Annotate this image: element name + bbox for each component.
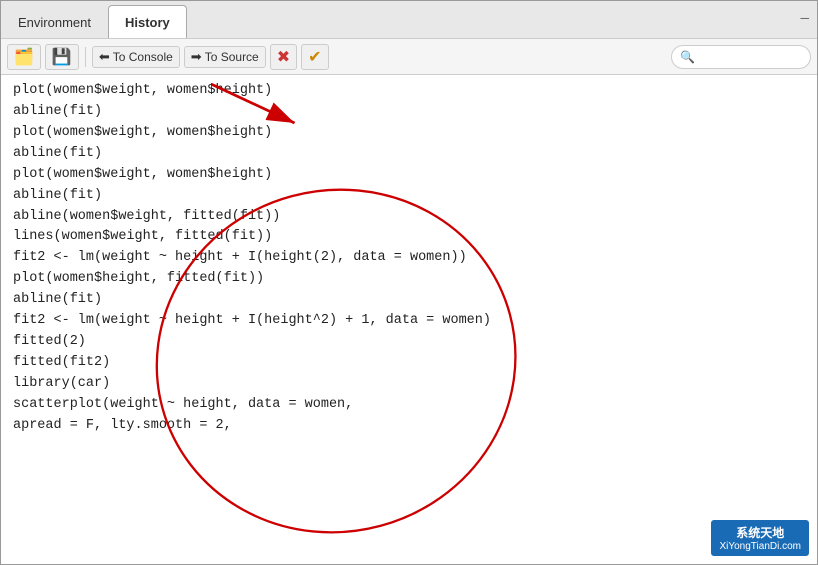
tab-bar: Environment History ─ [1,1,817,39]
code-line[interactable]: lines(women$weight, fitted(fit)) [13,227,805,248]
code-line[interactable]: plot(women$weight, women$height) [13,165,805,186]
search-input[interactable] [699,50,809,64]
content-wrapper: plot(women$weight, women$height)abline(f… [1,75,817,564]
code-line[interactable]: abline(fit) [13,290,805,311]
tab-history[interactable]: History [108,5,187,38]
to-source-button[interactable]: ➡ To Source [184,46,266,68]
to-console-icon: ⬅ [99,49,110,65]
code-line[interactable]: abline(fit) [13,144,805,165]
run-icon: ✔ [308,47,321,67]
code-line[interactable]: fit2 <- lm(weight ~ height + I(height^2)… [13,311,805,332]
code-line[interactable]: plot(women$height, fitted(fit)) [13,269,805,290]
code-line[interactable]: apread = F, lty.smooth = 2, [13,416,805,437]
code-line[interactable]: abline(fit) [13,186,805,207]
to-source-icon: ➡ [191,49,202,65]
search-icon: 🔍 [680,50,695,64]
separator-1 [85,47,86,67]
load-icon: 🗂️ [14,47,34,67]
code-line[interactable]: plot(women$weight, women$height) [13,123,805,144]
delete-icon: ✖ [277,47,290,67]
save-button[interactable]: 💾 [45,44,79,70]
run-button[interactable]: ✔ [301,44,328,70]
window-minimize[interactable]: ─ [800,9,809,27]
code-line[interactable]: abline(fit) [13,102,805,123]
code-line[interactable]: plot(women$weight, women$height) [13,81,805,102]
search-box[interactable]: 🔍 [671,45,811,69]
watermark: 系统天地 XiYongTianDi.com [711,520,809,556]
tab-environment[interactable]: Environment [1,5,108,38]
code-line[interactable]: abline(women$weight, fitted(fit)) [13,207,805,228]
load-button[interactable]: 🗂️ [7,44,41,70]
save-icon: 💾 [52,47,72,67]
delete-button[interactable]: ✖ [270,44,297,70]
toolbar: 🗂️ 💾 ⬅ To Console ➡ To Source ✖ ✔ 🔍 [1,39,817,75]
code-line[interactable]: fit2 <- lm(weight ~ height + I(height(2)… [13,248,805,269]
code-area[interactable]: plot(women$weight, women$height)abline(f… [1,75,817,564]
main-window: Environment History ─ 🗂️ 💾 ⬅ To Console … [0,0,818,565]
code-line[interactable]: fitted(fit2) [13,353,805,374]
code-line[interactable]: fitted(2) [13,332,805,353]
to-console-button[interactable]: ⬅ To Console [92,46,180,68]
code-line[interactable]: library(car) [13,374,805,395]
code-line[interactable]: scatterplot(weight ~ height, data = wome… [13,395,805,416]
